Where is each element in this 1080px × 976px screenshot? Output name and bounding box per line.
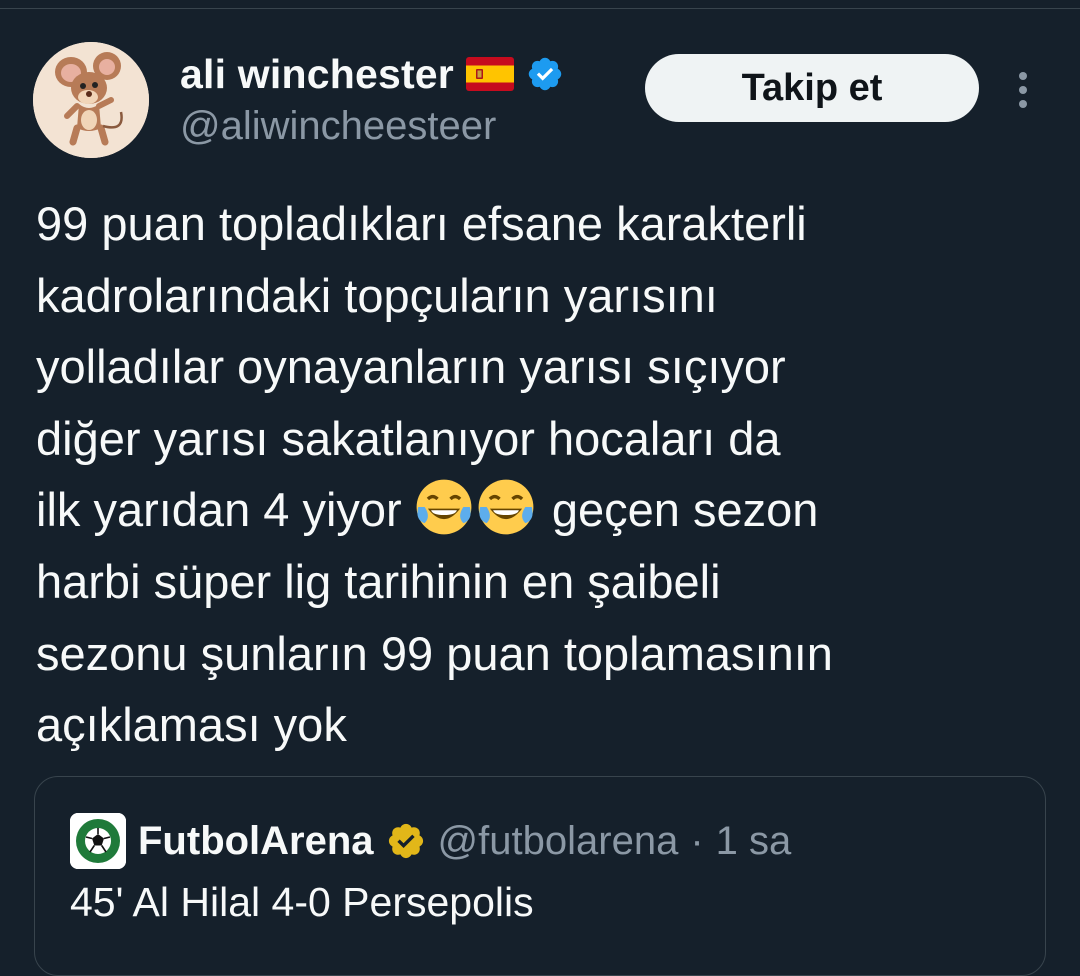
tweet-line: kadrolarındaki topçuların yarısını bbox=[36, 268, 718, 322]
quoted-author-name[interactable]: FutbolArena bbox=[138, 819, 374, 864]
tweet-text: 99 puan topladıkları efsane karakterli k… bbox=[36, 188, 1046, 761]
soccer-ball-logo-icon[interactable] bbox=[70, 813, 126, 869]
tweet-line: harbi süper lig tarihinin en şaibeli bbox=[36, 554, 721, 608]
more-vertical-icon[interactable] bbox=[1006, 68, 1040, 112]
more-dot bbox=[1019, 86, 1027, 94]
top-divider bbox=[0, 8, 1080, 9]
more-dot bbox=[1019, 100, 1027, 108]
tears-of-joy-emoji-icon bbox=[416, 479, 472, 535]
tweet-line: 99 puan topladıkları efsane karakterli bbox=[36, 197, 807, 250]
tears-of-joy-emoji-icon bbox=[478, 479, 534, 535]
tweet-line: diğer yarısı sakatlanıyor hocaları da bbox=[36, 411, 781, 465]
follow-button[interactable]: Takip et bbox=[645, 54, 979, 122]
quoted-author-handle[interactable]: @futbolarena bbox=[438, 819, 679, 864]
tweet-line: yolladılar oynayanların yarısı sıçıyor bbox=[36, 340, 786, 394]
quoted-author-row[interactable]: FutbolArena @futbolarena · 1 sa bbox=[70, 813, 791, 869]
gold-verified-badge-icon bbox=[388, 823, 423, 859]
quoted-tweet-text: 45' Al Hilal 4-0 Persepolis bbox=[70, 879, 534, 925]
quoted-separator: · bbox=[690, 818, 704, 863]
author-handle[interactable]: @aliwincheesteer bbox=[180, 104, 496, 149]
tweet-line-part: ilk yarıdan 4 yiyor bbox=[36, 483, 415, 537]
author-name-row[interactable]: ali winchester bbox=[180, 48, 564, 100]
author-avatar[interactable] bbox=[33, 42, 149, 158]
more-dot bbox=[1019, 72, 1027, 80]
quoted-timestamp[interactable]: 1 sa bbox=[716, 819, 792, 864]
quoted-tweet-card[interactable]: FutbolArena @futbolarena · 1 sa 45' Al H… bbox=[34, 776, 1046, 976]
author-display-name[interactable]: ali winchester bbox=[180, 51, 454, 98]
tweet-line-part: geçen sezon bbox=[538, 483, 819, 537]
mouse-avatar-icon bbox=[33, 42, 149, 158]
tweet-line: açıklaması yok bbox=[36, 698, 347, 752]
soccer-ball-icon bbox=[70, 813, 126, 869]
tweet-line-with-emoji: ilk yarıdan 4 yiyor geçen sezon bbox=[36, 474, 1046, 546]
tweet-line: sezonu şunların 99 puan toplamasının bbox=[36, 626, 833, 680]
verified-badge-icon bbox=[528, 57, 562, 91]
spain-flag-icon bbox=[465, 57, 514, 91]
